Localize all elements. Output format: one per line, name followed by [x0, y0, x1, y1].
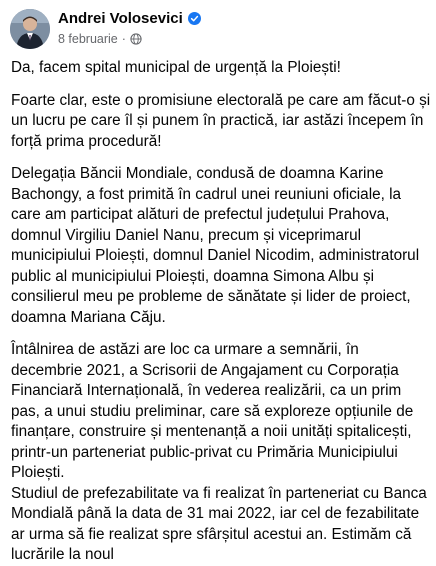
author-name-link[interactable]: Andrei Volosevici [58, 10, 201, 27]
post-paragraph: Delegația Băncii Mondiale, condusă de do… [11, 165, 420, 326]
post-date[interactable]: 8 februarie [58, 32, 118, 46]
post-paragraph: Întâlnirea de astăzi are loc ca urmare a… [11, 341, 414, 481]
post-paragraph: Da, facem spital municipal de urgență la… [11, 59, 341, 76]
post-body: Da, facem spital municipal de urgență la… [11, 58, 433, 566]
post-header: Andrei Volosevici 8 februarie · [0, 0, 436, 50]
meta-separator: · [121, 32, 126, 46]
verified-badge-icon [187, 12, 201, 25]
author-name[interactable]: Andrei Volosevici [58, 10, 183, 27]
author-avatar[interactable] [10, 9, 50, 49]
post-paragraph: Foarte clar, este o promisiune electoral… [11, 91, 431, 150]
post-meta: 8 februarie · [58, 32, 142, 46]
globe-icon[interactable] [130, 33, 142, 45]
post-paragraph: Studiul de prefezabilitate va fi realiza… [11, 484, 427, 564]
